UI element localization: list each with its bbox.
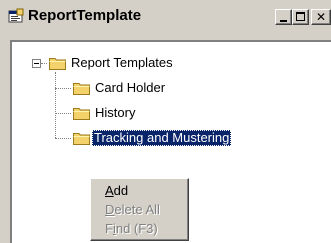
minimize-button[interactable] — [275, 9, 292, 25]
minimize-icon — [280, 20, 287, 22]
folder-icon — [73, 133, 90, 145]
report-template-icon — [8, 8, 24, 23]
tree-connector — [41, 63, 47, 64]
maximize-button[interactable] — [292, 9, 309, 25]
report-template-window: ReportTemplate ✕ Report Templates Card H… — [0, 0, 331, 243]
folder-icon — [73, 83, 90, 95]
menu-item-add[interactable]: Add — [95, 181, 128, 200]
tree-node-history[interactable]: History — [93, 105, 137, 121]
close-button[interactable]: ✕ — [311, 9, 331, 25]
context-menu: Add Delete All Find (F3) — [90, 178, 189, 241]
collapse-toggle[interactable] — [32, 59, 41, 68]
window-title: ReportTemplate — [28, 7, 142, 24]
folder-icon — [73, 108, 90, 120]
tree-node-report-templates[interactable]: Report Templates — [69, 55, 175, 71]
title-bar[interactable]: ReportTemplate ✕ — [4, 4, 331, 28]
tree-connector — [55, 138, 71, 139]
tree-connector — [55, 88, 71, 89]
tree-connector — [55, 72, 56, 138]
menu-item-find: Find (F3) — [105, 221, 158, 236]
maximize-icon — [296, 12, 305, 21]
tree-connector — [55, 113, 71, 114]
close-icon: ✕ — [316, 10, 327, 24]
menu-item-delete-all: Delete All — [105, 202, 160, 217]
folder-icon — [49, 58, 66, 70]
tree-node-card-holder[interactable]: Card Holder — [93, 80, 167, 96]
tree-node-tracking-and-mustering[interactable]: Tracking and Mustering — [92, 130, 232, 146]
